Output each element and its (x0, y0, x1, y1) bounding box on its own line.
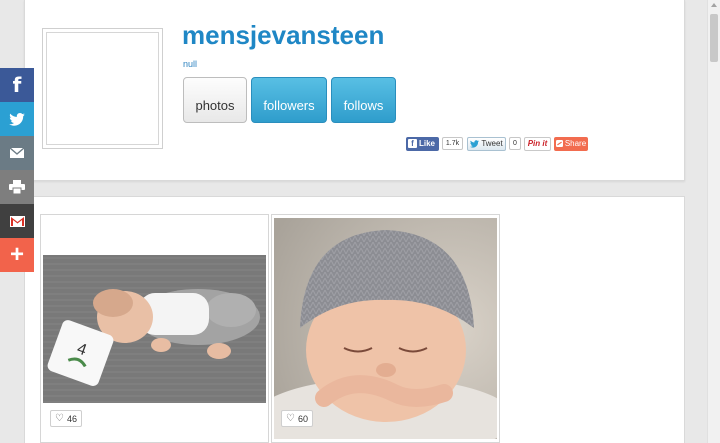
facebook-icon: f (12, 73, 22, 97)
photo-gallery: 4 ♡ 46 ♡ 60 (24, 196, 685, 443)
gmail-icon (9, 215, 25, 227)
share-buttons-row: f Like 1.7k Tweet 0 Pin it Share (25, 136, 686, 151)
tab-follows[interactable]: follows (331, 77, 396, 123)
like-count: 46 (66, 413, 77, 424)
share-icon (555, 140, 563, 147)
facebook-like-button[interactable]: f Like (406, 136, 439, 151)
pinterest-pin-button[interactable]: Pin it (524, 136, 551, 151)
share-label: Share (564, 139, 587, 148)
tweet-count: 0 (509, 137, 521, 150)
facebook-like-label: Like (419, 139, 436, 148)
like-count: 60 (297, 413, 308, 424)
vertical-scrollbar[interactable] (707, 0, 720, 443)
like-button[interactable]: ♡ 60 (281, 410, 313, 427)
tab-photos[interactable]: photos (183, 77, 247, 123)
photo-card[interactable]: ♡ 60 (271, 214, 500, 443)
scrollbar-thumb[interactable] (710, 14, 718, 62)
facebook-like-count: 1.7k (442, 137, 463, 150)
like-button[interactable]: ♡ 46 (50, 410, 82, 427)
share-button[interactable]: Share (554, 136, 588, 151)
photo-baby-blanket[interactable]: 4 (43, 255, 266, 403)
social-share-sidebar: f + (0, 68, 34, 272)
tweet-label: Tweet (481, 139, 503, 148)
avatar-frame (46, 32, 159, 145)
email-icon (10, 148, 24, 158)
photo-baby-knitted-hat[interactable] (274, 218, 497, 439)
print-icon (9, 180, 25, 194)
gmail-share-button[interactable] (0, 204, 34, 238)
avatar (42, 28, 163, 149)
profile-username: mensjevansteen (182, 20, 385, 50)
twitter-icon (9, 112, 25, 126)
scroll-up-arrow-icon[interactable] (711, 3, 717, 7)
heart-icon: ♡ (286, 412, 295, 424)
tab-followers[interactable]: followers (251, 77, 327, 123)
facebook-share-button[interactable]: f (0, 68, 34, 102)
facebook-icon: f (408, 139, 417, 148)
twitter-bird-icon (470, 139, 480, 148)
print-button[interactable] (0, 170, 34, 204)
tweet-button[interactable]: Tweet (467, 136, 506, 151)
twitter-share-button[interactable] (0, 102, 34, 136)
email-share-button[interactable] (0, 136, 34, 170)
heart-icon: ♡ (55, 412, 64, 424)
profile-subtitle[interactable]: null (183, 59, 197, 69)
profile-header: mensjevansteen null photos followers fol… (24, 0, 685, 181)
more-share-button[interactable]: + (0, 238, 34, 272)
plus-icon: + (9, 241, 24, 268)
photo-card[interactable]: 4 ♡ 46 (40, 214, 269, 443)
